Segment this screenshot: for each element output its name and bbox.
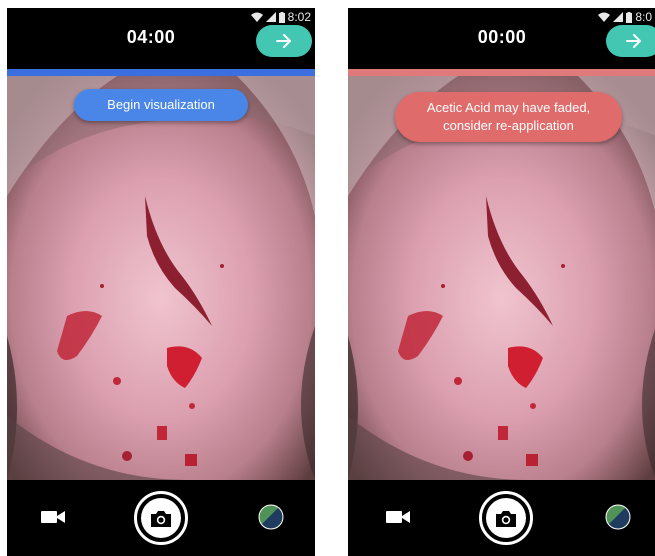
arrow-right-icon	[626, 34, 641, 48]
status-banner: Begin visualization	[74, 89, 248, 121]
signal-icon	[265, 12, 276, 22]
camera-icon	[151, 510, 171, 527]
status-time: 8:0	[635, 10, 652, 24]
phone-screen-right: 8:0 00:00 Acetic Acid may have faded, co…	[348, 8, 655, 556]
color-filter-icon[interactable]	[258, 504, 284, 530]
phone-screen-left: 8:02 04:00 Begin visualization	[7, 8, 315, 556]
video-camera-icon[interactable]	[386, 508, 410, 526]
capture-button[interactable]	[134, 491, 188, 545]
top-bar: 8:02 04:00	[7, 8, 315, 68]
warning-banner: Acetic Acid may have faded, consider re-…	[395, 92, 622, 142]
video-camera-icon[interactable]	[41, 508, 65, 526]
warning-banner-line2: consider re-application	[443, 118, 574, 133]
bottom-toolbar	[348, 480, 655, 556]
status-time: 8:02	[287, 10, 311, 24]
timer-progress-bar	[7, 69, 315, 76]
top-bar: 8:0 00:00	[348, 8, 655, 68]
camera-icon	[496, 510, 516, 527]
wifi-icon	[250, 12, 263, 22]
camera-preview	[7, 76, 315, 480]
next-button[interactable]	[256, 25, 312, 57]
wifi-icon	[598, 12, 611, 22]
timer-progress-bar	[348, 69, 655, 76]
battery-icon	[278, 11, 285, 23]
tissue-image	[7, 76, 315, 480]
capture-button[interactable]	[479, 491, 533, 545]
signal-icon	[613, 12, 624, 22]
status-bar: 8:02	[250, 10, 311, 24]
next-button[interactable]	[606, 25, 655, 57]
warning-banner-line1: Acetic Acid may have faded,	[426, 100, 591, 115]
bottom-toolbar	[7, 480, 315, 556]
color-filter-icon[interactable]	[605, 504, 631, 530]
battery-icon	[626, 11, 633, 23]
status-bar: 8:0	[598, 10, 652, 24]
arrow-right-icon	[276, 34, 291, 48]
